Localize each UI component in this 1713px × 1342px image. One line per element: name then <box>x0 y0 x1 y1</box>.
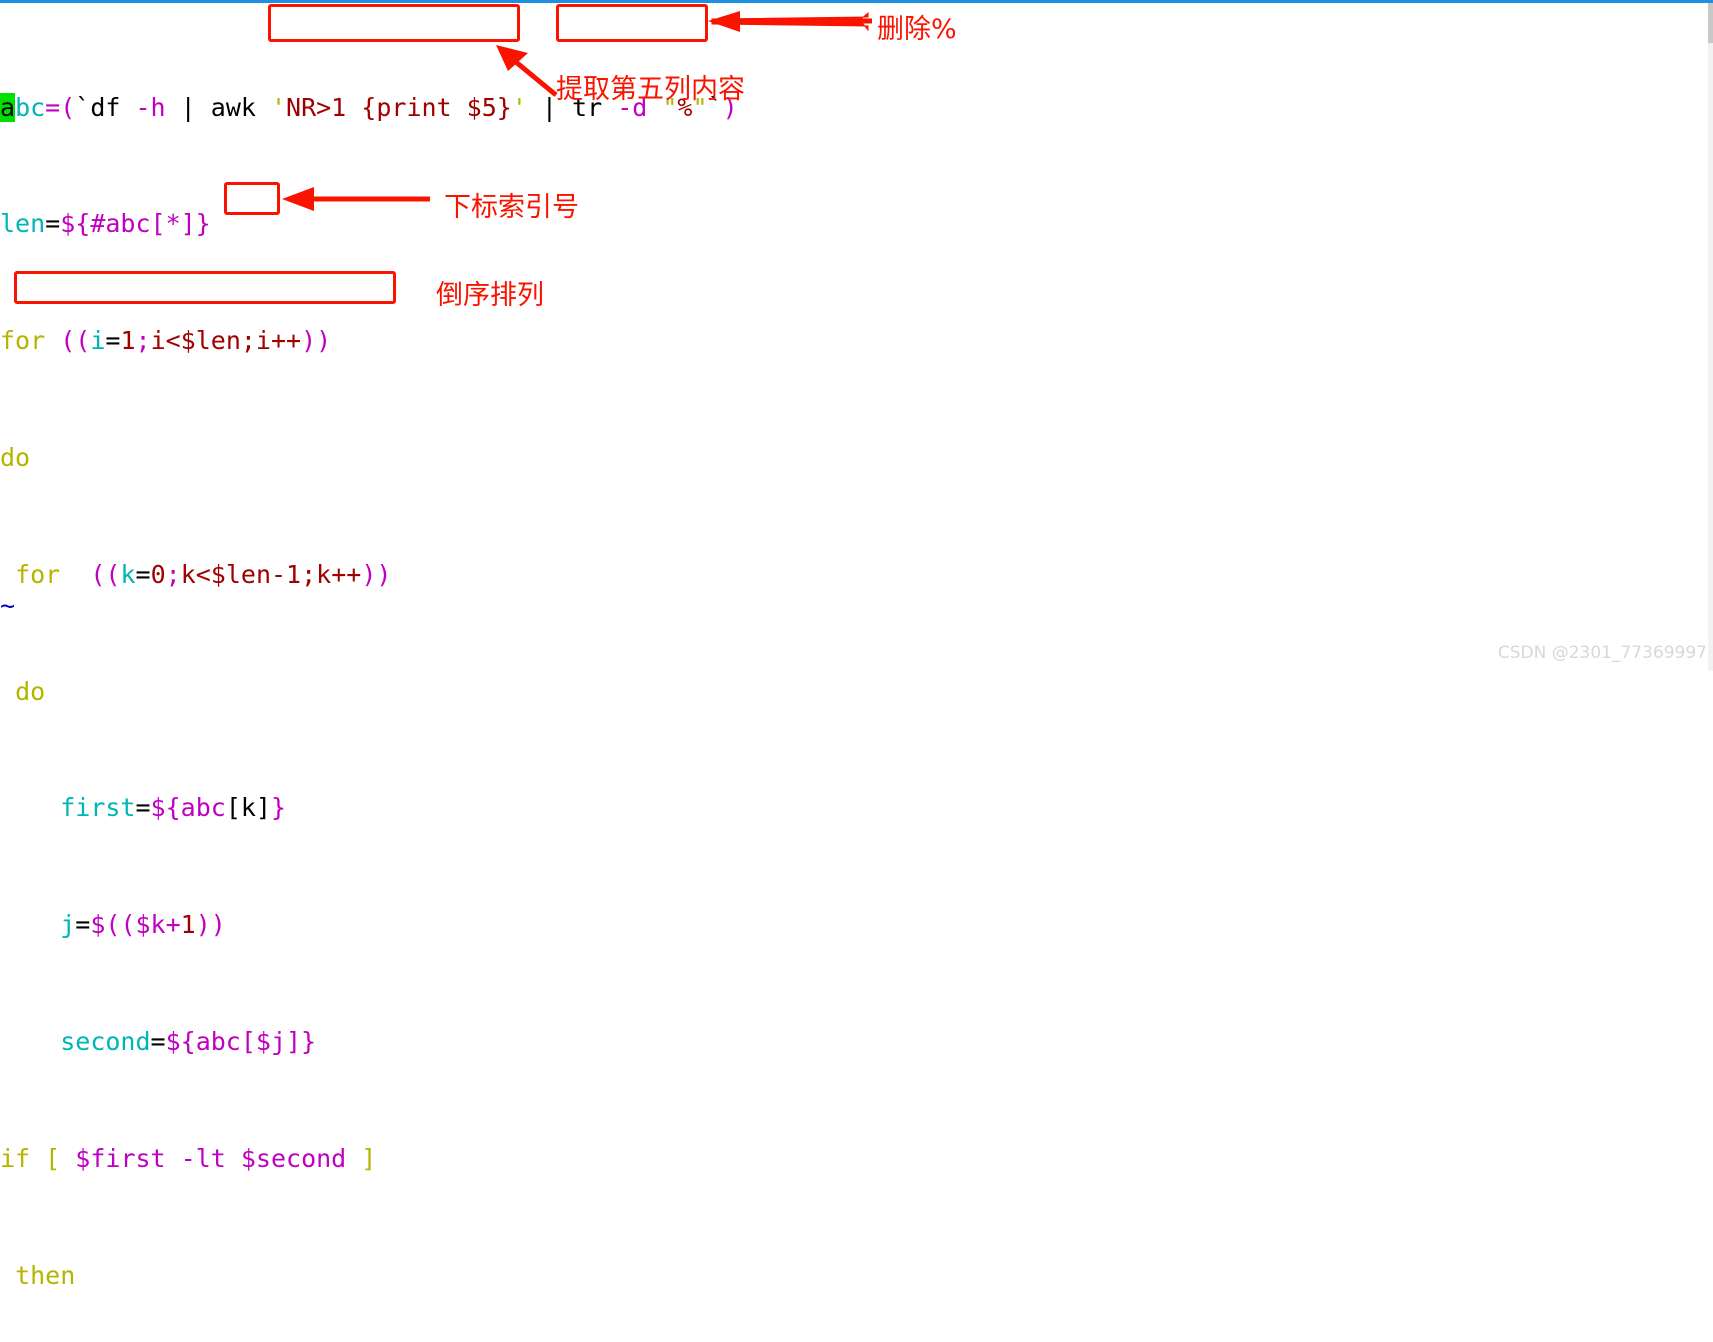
code-line-11: then <box>15 1260 76 1290</box>
code-line-8: j=$(($k+1)) <box>60 910 226 940</box>
annotation-label-subscript-index: 下标索引号 <box>444 192 579 223</box>
code-line-9: second=${abc[$j]} <box>60 1026 317 1056</box>
vim-editor-pane[interactable]: abc=(`df -h | awk 'NR>1 {print $5}' | tr… <box>0 3 1713 1290</box>
annotation-label-reverse-order: 倒序排列 <box>436 280 544 311</box>
watermark: CSDN @2301_77369997 <box>1497 643 1707 663</box>
annotation-arrows <box>282 11 872 211</box>
scrollbar-thumb[interactable] <box>1708 3 1713 43</box>
annotation-label-delete-percent: 删除% <box>877 14 957 45</box>
code-line-7: first=${abc[k]} <box>60 793 287 823</box>
annotation-label-extract-col5: 提取第五列内容 <box>556 74 745 105</box>
code-line-6: do <box>15 676 46 706</box>
scrollbar-track[interactable] <box>1708 3 1713 671</box>
code-line-10: if [ $first -lt $second ] <box>0 1143 377 1173</box>
